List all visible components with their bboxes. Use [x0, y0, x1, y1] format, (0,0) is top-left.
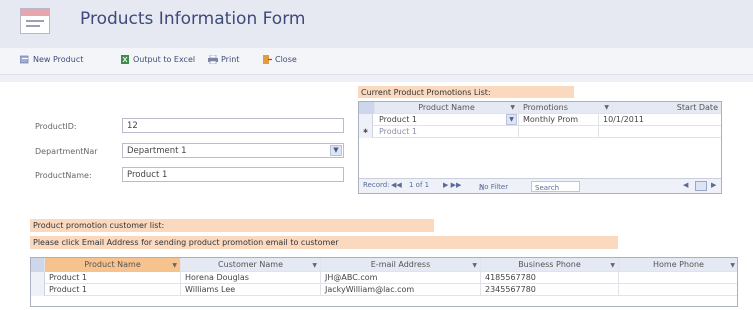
product-name-cell[interactable]: Product 1 ▼ — [375, 114, 519, 126]
excel-icon — [121, 55, 129, 64]
column-header-promotions[interactable]: Promotions ▼ — [519, 102, 613, 114]
product-id-label: ProductID: — [35, 122, 77, 131]
sort-arrow-icon[interactable]: ▼ — [604, 102, 609, 113]
column-header-business-phone[interactable]: Business Phone ▼ — [481, 258, 619, 272]
table-row[interactable]: Product 1 Horena Douglas JH@ABC.com 4185… — [31, 272, 737, 284]
table-row[interactable]: ✱ Product 1 — [359, 126, 721, 138]
column-header-home-phone[interactable]: Home Phone ▼ — [619, 258, 737, 272]
filter-label: No Filter — [479, 183, 509, 191]
sort-arrow-icon[interactable]: ▼ — [472, 259, 477, 272]
product-name-field[interactable]: Product 1 — [122, 167, 344, 182]
column-header-label: Product Name — [84, 260, 141, 269]
new-product-label: New Product — [33, 55, 84, 64]
next-record-icon[interactable]: ▶ ▶▶ — [443, 181, 461, 189]
close-label: Close — [275, 55, 297, 64]
customer-table: Product Name ▼ Customer Name ▼ E-mail Addr… — [30, 257, 738, 307]
record-navigation-bar: Record: ◀◀ 1 of 1 ▶ ▶▶ △ No Filter Searc… — [359, 178, 721, 193]
product-id-field[interactable]: 12 — [122, 118, 344, 133]
new-product-button[interactable]: New Product — [20, 55, 83, 64]
close-door-icon — [263, 55, 272, 64]
chevron-down-icon[interactable]: ▼ — [330, 145, 342, 156]
start-date-cell[interactable]: 10/1/2011 — [599, 114, 721, 126]
business-phone-cell[interactable]: 2345567780 — [481, 284, 619, 296]
product-name-cell[interactable]: Product 1 — [45, 284, 181, 296]
column-header-label: Customer Name — [217, 260, 283, 269]
column-header-label: Home Phone — [653, 260, 704, 269]
promotions-heading: Current Product Promotions List: — [358, 86, 574, 98]
home-phone-cell[interactable] — [619, 284, 737, 296]
email-link[interactable]: JackyWilliam@lac.com — [321, 284, 481, 296]
column-header-product-name[interactable]: Product Name ▼ — [45, 258, 181, 272]
column-header-label: Business Phone — [518, 260, 581, 269]
output-to-excel-label: Output to Excel — [133, 55, 196, 64]
first-record-icon[interactable]: ◀◀ — [391, 181, 402, 189]
sort-arrow-icon[interactable]: ▼ — [172, 259, 177, 272]
column-header-label: Start Date — [676, 103, 718, 112]
promotion-cell[interactable] — [519, 126, 599, 138]
column-header-start-date[interactable]: Start Date — [613, 102, 721, 114]
customer-list-instruction: Please click Email Address for sending p… — [30, 236, 618, 249]
new-record-icon — [20, 55, 29, 64]
form-header: Products Information Form — [0, 0, 753, 48]
row-selector[interactable] — [31, 272, 45, 284]
table-row[interactable]: Product 1 Williams Lee JackyWilliam@lac.… — [31, 284, 737, 296]
column-header-label: Product Name — [418, 103, 475, 112]
table-row[interactable]: Product 1 ▼ Monthly Prom 10/1/2011 — [359, 114, 721, 126]
customer-list-heading: Product promotion customer list: — [30, 219, 434, 232]
toolbar: New Product Output to Excel Print Close — [0, 48, 753, 75]
home-phone-cell[interactable] — [619, 272, 737, 284]
sort-arrow-icon[interactable]: ▼ — [510, 102, 515, 113]
sort-arrow-icon[interactable]: ▼ — [610, 259, 615, 272]
customer-name-cell[interactable]: Williams Lee — [181, 284, 321, 296]
column-header-product-name[interactable]: Product Name ▼ — [375, 102, 519, 114]
record-label: Record: — [363, 181, 390, 189]
department-select[interactable]: Department 1 ▼ — [122, 143, 344, 158]
product-name-label: ProductName: — [35, 171, 92, 180]
customer-header-row: Product Name ▼ Customer Name ▼ E-mail Addr… — [31, 258, 737, 272]
column-header-label: E-mail Address — [370, 260, 431, 269]
column-header-email[interactable]: E-mail Address ▼ — [321, 258, 481, 272]
promotions-table: Product Name ▼ Promotions ▼ Start Date Pro… — [358, 101, 722, 194]
row-selector[interactable] — [359, 114, 373, 126]
cell-value: Product 1 — [379, 115, 418, 124]
promotion-cell[interactable]: Monthly Prom — [519, 114, 599, 126]
business-phone-cell[interactable]: 4185567780 — [481, 272, 619, 284]
select-all-corner[interactable] — [31, 258, 45, 272]
print-button[interactable]: Print — [208, 55, 239, 64]
product-name-cell[interactable]: Product 1 — [45, 272, 181, 284]
printer-icon — [208, 55, 218, 64]
output-to-excel-button[interactable]: Output to Excel — [120, 55, 195, 64]
page-title: Products Information Form — [80, 9, 306, 29]
email-link[interactable]: JH@ABC.com — [321, 272, 481, 284]
scroll-right-icon[interactable]: ▶ — [711, 181, 716, 189]
customer-name-cell[interactable]: Horena Douglas — [181, 272, 321, 284]
search-label: Search — [535, 184, 560, 192]
chevron-down-icon[interactable]: ▼ — [506, 114, 517, 125]
record-position[interactable]: 1 of 1 — [409, 181, 429, 189]
select-all-corner[interactable] — [359, 102, 375, 114]
new-record-marker-icon[interactable]: ✱ — [359, 126, 373, 138]
form-icon — [20, 8, 50, 34]
start-date-cell[interactable] — [599, 126, 721, 138]
product-name-cell[interactable]: Product 1 — [375, 126, 519, 138]
department-value: Department 1 — [127, 146, 187, 156]
promotions-header-row: Product Name ▼ Promotions ▼ Start Date — [359, 102, 721, 114]
column-header-customer-name[interactable]: Customer Name ▼ — [181, 258, 321, 272]
sort-arrow-icon[interactable]: ▼ — [730, 259, 735, 272]
print-label: Print — [221, 55, 240, 64]
column-header-label: Promotions — [523, 103, 568, 112]
scroll-left-icon[interactable]: ◀ — [683, 181, 688, 189]
search-box[interactable]: Search — [531, 181, 580, 192]
department-label: DepartmentNar — [35, 147, 98, 156]
horizontal-scroll-thumb[interactable] — [695, 181, 707, 191]
row-selector[interactable] — [31, 284, 45, 296]
sort-arrow-icon[interactable]: ▼ — [312, 259, 317, 272]
close-button[interactable]: Close — [262, 55, 297, 64]
